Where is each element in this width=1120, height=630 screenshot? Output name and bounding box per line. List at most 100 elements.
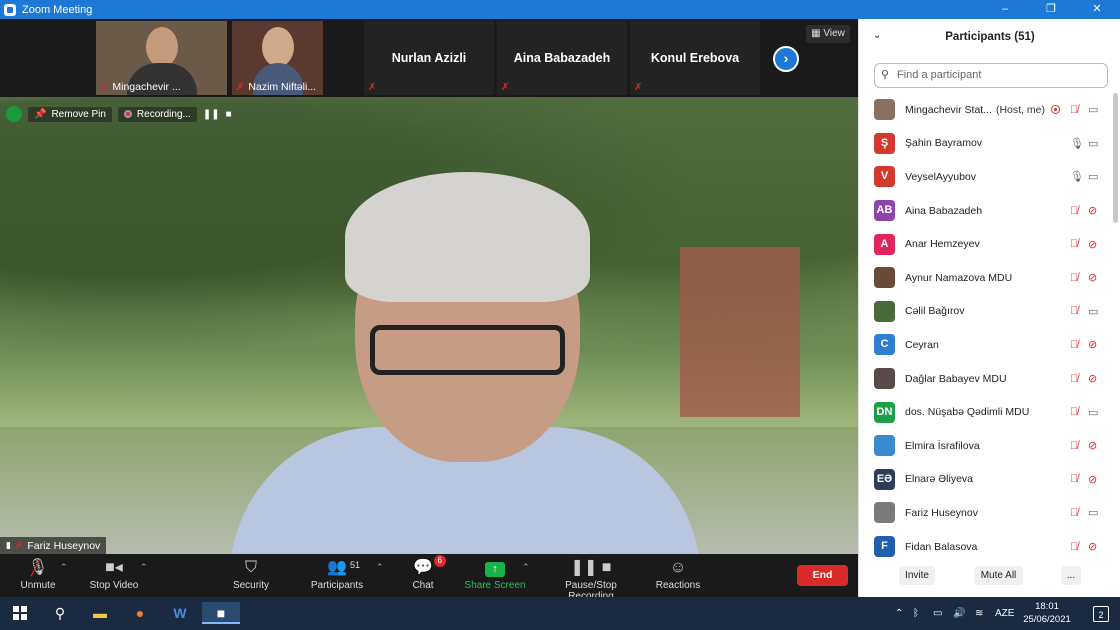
- video-options-chevron-icon[interactable]: ⌃: [140, 562, 148, 573]
- more-options-button[interactable]: ...: [1061, 566, 1081, 585]
- participants-icon: 👥 51: [308, 556, 366, 580]
- zoom-taskbar-icon[interactable]: ■: [202, 602, 240, 624]
- participant-row[interactable]: DN dos. Nüşabə Qədimli MDU 🎙̸ ▭: [859, 395, 1120, 429]
- mic-muted-icon[interactable]: 🎙̸: [1070, 406, 1078, 418]
- participant-row[interactable]: Fariz Huseynov 🎙̸ ▭: [859, 496, 1120, 530]
- thumbnail-video[interactable]: ✗ Nazim Niftəli...: [232, 21, 323, 95]
- participant-name-text: VeyselAyyubov: [905, 170, 977, 183]
- stop-video-button[interactable]: ■◂ Stop Video: [86, 556, 142, 591]
- participant-row[interactable]: Elmira İsrafilova 🎙̸ ⊘: [859, 429, 1120, 463]
- mic-on-icon[interactable]: 🎙: [1070, 170, 1084, 183]
- mic-muted-icon: ✗: [634, 82, 643, 93]
- participant-avatar: [874, 502, 895, 524]
- remove-pin-button[interactable]: 📌 Remove Pin: [28, 106, 112, 122]
- mic-muted-icon[interactable]: 🎙̸: [1070, 473, 1078, 485]
- security-button[interactable]: ⛉ Security: [229, 556, 273, 591]
- participants-options-chevron-icon[interactable]: ⌃: [376, 562, 384, 573]
- participant-row[interactable]: Mingachevir Stat... (Host, me) 🎙̸ ▭: [859, 93, 1120, 127]
- participant-row[interactable]: V VeyselAyyubov 🎙 ▭: [859, 160, 1120, 194]
- main-video[interactable]: ▮ ✗ Fariz Huseynov: [0, 97, 858, 554]
- word-icon[interactable]: W: [168, 602, 192, 624]
- pause-recording-icon[interactable]: ❚❚: [203, 109, 220, 120]
- participant-row[interactable]: Dağlar Babayev MDU 🎙̸ ⊘: [859, 362, 1120, 396]
- participant-name-text: Mingachevir Stat...: [905, 103, 992, 116]
- camera-off-icon[interactable]: ⊘: [1088, 238, 1097, 251]
- smiley-icon: ☺: [669, 559, 687, 576]
- view-button[interactable]: ▦ View: [806, 25, 850, 43]
- notification-center-icon[interactable]: 2: [1093, 606, 1109, 622]
- encryption-shield-icon[interactable]: [6, 106, 22, 122]
- thumbnail-name-only[interactable]: Aina Babazadeh ✗: [497, 21, 627, 95]
- participant-list-scrollbar[interactable]: [1113, 93, 1118, 223]
- participants-button[interactable]: 👥 51 Participants: [308, 556, 366, 591]
- camera-on-icon[interactable]: ▭: [1088, 103, 1098, 116]
- share-options-chevron-icon[interactable]: ⌃: [522, 562, 530, 573]
- mic-muted-icon[interactable]: 🎙̸: [1070, 373, 1078, 385]
- participant-row[interactable]: C Ceyran 🎙̸ ⊘: [859, 328, 1120, 362]
- invite-button[interactable]: Invite: [899, 566, 935, 585]
- maximize-button[interactable]: ❐: [1028, 0, 1074, 19]
- camera-on-icon[interactable]: ▭: [1088, 305, 1098, 318]
- camera-off-icon[interactable]: ⊘: [1088, 439, 1097, 452]
- participant-row[interactable]: Cəlil Bağırov 🎙̸ ▭: [859, 295, 1120, 329]
- unmute-button[interactable]: 🎙 ╱ Unmute: [14, 556, 62, 591]
- camera-on-icon[interactable]: ▭: [1088, 406, 1098, 419]
- mic-muted-icon[interactable]: 🎙̸: [1070, 507, 1078, 519]
- tray-chevron-icon[interactable]: ⌃: [895, 597, 903, 630]
- minimize-button[interactable]: –: [982, 0, 1028, 19]
- participant-row[interactable]: Aynur Namazova MDU 🎙̸ ⊘: [859, 261, 1120, 295]
- camera-on-icon[interactable]: ▭: [1088, 170, 1098, 183]
- close-button[interactable]: ✕: [1074, 0, 1120, 19]
- end-meeting-button[interactable]: End: [797, 565, 848, 586]
- camera-off-icon[interactable]: ⊘: [1088, 540, 1097, 553]
- search-taskbar-icon[interactable]: ⚲: [48, 602, 72, 624]
- find-participant-input[interactable]: ⚲ Find a participant: [874, 63, 1108, 88]
- remove-pin-label: Remove Pin: [51, 108, 106, 120]
- thumbnail-big-name: Aina Babazadeh: [513, 51, 611, 65]
- collapse-chevron-icon[interactable]: ⌄: [873, 30, 881, 41]
- mic-muted-icon[interactable]: 🎙̸: [1070, 238, 1078, 250]
- mic-muted-icon[interactable]: 🎙̸: [1070, 305, 1078, 317]
- chat-bubble-icon: 💬 6: [408, 555, 446, 580]
- wifi-icon[interactable]: ≋: [975, 597, 983, 630]
- camera-on-icon[interactable]: ▭: [1088, 506, 1098, 519]
- camera-off-icon[interactable]: ⊘: [1088, 271, 1097, 284]
- stop-recording-icon[interactable]: ■: [226, 109, 232, 120]
- mic-muted-icon[interactable]: 🎙̸: [1070, 104, 1078, 116]
- system-clock[interactable]: 18:01 25/06/2021: [1020, 600, 1074, 626]
- mic-muted-icon[interactable]: 🎙̸: [1070, 440, 1078, 452]
- camera-off-icon[interactable]: ⊘: [1088, 372, 1097, 385]
- volume-icon[interactable]: 🔊: [953, 597, 965, 630]
- camera-off-icon[interactable]: ⊘: [1088, 338, 1097, 351]
- audio-options-chevron-icon[interactable]: ⌃: [60, 562, 68, 573]
- mic-muted-icon[interactable]: 🎙̸: [1070, 272, 1078, 284]
- participant-row[interactable]: AB Aina Babazadeh 🎙̸ ⊘: [859, 194, 1120, 228]
- pin-icon: 📌: [34, 108, 47, 120]
- bluetooth-icon[interactable]: ᛒ: [913, 597, 919, 630]
- mic-muted-icon[interactable]: 🎙̸: [1070, 205, 1078, 217]
- firefox-icon[interactable]: ●: [128, 602, 152, 624]
- file-explorer-icon[interactable]: ▬: [88, 602, 112, 624]
- start-button[interactable]: [8, 602, 32, 624]
- input-language[interactable]: AZE: [995, 597, 1014, 630]
- participant-row[interactable]: EƏ Elnarə Əliyeva 🎙̸ ⊘: [859, 463, 1120, 497]
- participant-row[interactable]: Ş Şahin Bayramov 🎙 ▭: [859, 127, 1120, 161]
- reactions-button[interactable]: ☺ Reactions: [655, 556, 701, 591]
- thumbnail-video[interactable]: ✗ Mingachevir ...: [96, 21, 227, 95]
- participant-row[interactable]: F Fidan Balasova 🎙̸ ⊘: [859, 530, 1120, 557]
- camera-off-icon[interactable]: ⊘: [1088, 204, 1097, 217]
- next-page-button[interactable]: ›: [773, 46, 799, 72]
- camera-on-icon[interactable]: ▭: [1088, 137, 1098, 150]
- participant-row[interactable]: A Anar Hemzeyev 🎙̸ ⊘: [859, 227, 1120, 261]
- battery-icon[interactable]: ▭: [933, 597, 942, 630]
- mic-on-icon[interactable]: 🎙: [1070, 137, 1084, 150]
- thumbnail-name-only[interactable]: Nurlan Azizli ✗: [364, 21, 494, 95]
- mic-muted-icon[interactable]: 🎙̸: [1070, 541, 1078, 553]
- share-screen-button[interactable]: ↑ Share Screen: [464, 556, 526, 591]
- camera-off-icon[interactable]: ⊘: [1088, 473, 1097, 486]
- pause-stop-recording-button[interactable]: ❚❚ ■ Pause/Stop Recording: [541, 556, 641, 602]
- chat-button[interactable]: 💬 6 Chat: [408, 555, 446, 591]
- mic-muted-icon[interactable]: 🎙̸: [1070, 339, 1078, 351]
- mute-all-button[interactable]: Mute All: [974, 566, 1023, 585]
- thumbnail-name-only[interactable]: Konul Erebova ✗: [630, 21, 760, 95]
